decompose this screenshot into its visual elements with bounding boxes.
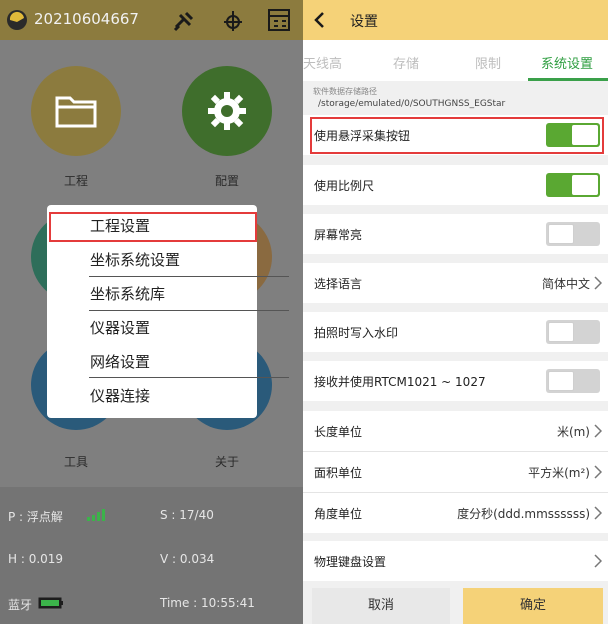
toggle-switch[interactable]	[546, 222, 600, 246]
calculator-icon[interactable]	[266, 7, 292, 33]
storage-path-value: /storage/emulated/0/SOUTHGNSS_EGStar	[318, 99, 506, 109]
target-icon[interactable]	[220, 7, 246, 33]
setting-label: 角度单位	[314, 507, 363, 521]
setting-value: 度分秒(ddd.mmssssss)	[457, 507, 590, 521]
setting-scale-bar[interactable]: 使用比例尺	[303, 165, 608, 205]
tab-limits[interactable]: 限制	[475, 53, 501, 72]
setting-value: 简体中文	[541, 277, 590, 291]
menu-item-instrument-connection[interactable]: 仪器连接	[47, 379, 257, 413]
storage-path-info: 软件数据存储路径 /storage/emulated/0/SOUTHGNSS_E…	[303, 83, 608, 113]
project-tile[interactable]	[31, 66, 121, 156]
back-icon[interactable]	[309, 8, 331, 32]
chevron-right-icon	[594, 424, 602, 438]
tab-system-settings[interactable]: 系统设置	[541, 53, 593, 72]
page-title: 设置	[350, 14, 378, 30]
highlight-box	[49, 212, 257, 242]
status-panel: P : 浮点解 S : 17/40 H : 0.019 V : 0.034 蓝牙…	[0, 487, 303, 624]
v-precision: V : 0.034	[160, 552, 215, 566]
menu-item-coordinate-system-settings[interactable]: 坐标系统设置	[47, 243, 257, 277]
settings-header: 设置	[303, 0, 608, 40]
logo-icon	[7, 10, 27, 30]
setting-rtcm[interactable]: 接收并使用RTCM1021 ~ 1027	[303, 361, 608, 401]
h-precision: H : 0.019	[8, 552, 64, 566]
confirm-button[interactable]: 确定	[463, 588, 603, 624]
folder-icon	[55, 96, 97, 128]
toggle-switch[interactable]	[546, 320, 600, 344]
signal-icon	[87, 509, 105, 521]
solution-status: P : 浮点解	[8, 510, 63, 524]
config-tile-label: 配置	[214, 174, 239, 188]
menu-item-coordinate-system-library[interactable]: 坐标系统库	[47, 277, 257, 311]
tab-antenna-height[interactable]: 天线高	[303, 53, 342, 72]
setting-angle-unit[interactable]: 角度单位 度分秒(ddd.mmssssss)	[303, 493, 608, 533]
setting-label: 长度单位	[314, 425, 363, 439]
cancel-button[interactable]: 取消	[312, 588, 450, 624]
bluetooth-label: 蓝牙	[8, 598, 33, 612]
project-tile-label: 工程	[63, 174, 88, 188]
highlight-box	[310, 117, 604, 154]
setting-value: 平方米(m²)	[528, 466, 590, 480]
tools-tile-label: 工具	[63, 455, 88, 469]
setting-photo-watermark[interactable]: 拍照时写入水印	[303, 312, 608, 352]
main-screen: 20210604667 工程 配置 工具 关于 P: 浮点解 S: 17/4…	[0, 0, 303, 624]
setting-label: 屏幕常亮	[314, 228, 363, 242]
setting-value: 米(m)	[556, 425, 590, 439]
about-tile-label: 关于	[214, 455, 239, 469]
settings-tabs: 天线高 存储 限制 系统设置	[303, 40, 608, 81]
setting-label: 面积单位	[314, 466, 363, 480]
setting-label: 物理键盘设置	[314, 555, 387, 569]
chevron-right-icon	[594, 554, 602, 568]
chevron-right-icon	[594, 506, 602, 520]
setting-physical-keyboard[interactable]: 物理键盘设置	[303, 541, 608, 581]
setting-screen-always-on[interactable]: 屏幕常亮	[303, 214, 608, 254]
menu-item-network-settings[interactable]: 网络设置	[47, 345, 257, 379]
chevron-right-icon	[594, 276, 602, 290]
gear-icon	[208, 92, 246, 130]
settings-screen: 设置 天线高 存储 限制 系统设置 软件数据存储路径 /storage/emul…	[303, 0, 608, 624]
tab-storage[interactable]: 存储	[393, 53, 419, 72]
satellite-count: S : 17/40	[160, 508, 214, 522]
toggle-switch[interactable]	[546, 369, 600, 393]
config-tile[interactable]	[182, 66, 272, 156]
chevron-right-icon	[594, 465, 602, 479]
storage-path-label: 软件数据存储路径	[313, 87, 377, 96]
menu-divider	[89, 377, 289, 378]
setting-area-unit[interactable]: 面积单位 平方米(m²)	[303, 452, 608, 492]
satellite-icon[interactable]	[172, 7, 198, 33]
time-display: Time : 10:55:41	[160, 596, 255, 610]
active-tab-indicator	[528, 78, 608, 81]
setting-label: 使用比例尺	[314, 179, 375, 193]
setting-length-unit[interactable]: 长度单位 米(m)	[303, 411, 608, 451]
top-bar: 20210604667	[0, 0, 303, 40]
setting-language[interactable]: 选择语言 简体中文	[303, 263, 608, 303]
menu-item-instrument-settings[interactable]: 仪器设置	[47, 311, 257, 345]
battery-icon	[38, 597, 63, 609]
toggle-switch[interactable]	[546, 173, 600, 197]
project-title: 20210604667	[34, 10, 139, 28]
setting-label: 选择语言	[314, 277, 363, 291]
setting-label: 接收并使用RTCM1021 ~ 1027	[314, 375, 486, 389]
setting-label: 拍照时写入水印	[314, 326, 399, 340]
